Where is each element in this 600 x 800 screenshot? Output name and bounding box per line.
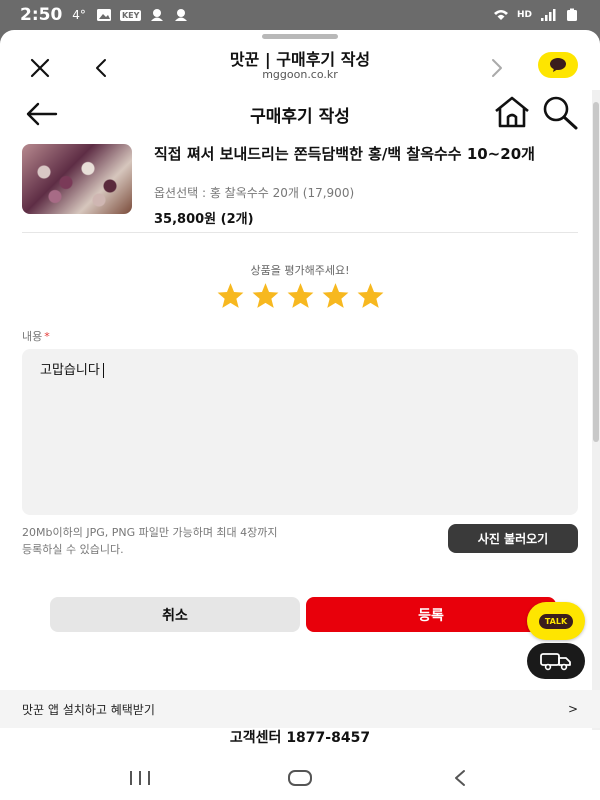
wifi-icon	[493, 10, 508, 20]
star-icon[interactable]	[321, 282, 350, 309]
back-arrow-icon[interactable]	[24, 98, 60, 130]
review-textarea[interactable]: 고맙습니다	[22, 349, 578, 515]
product-summary: 직접 쪄서 보내드리는 쫀득담백한 홍/백 찰옥수수 10~20개 옵션선택 :…	[22, 144, 578, 232]
browser-forward-icon[interactable]	[482, 54, 510, 82]
system-back-button[interactable]	[440, 763, 480, 793]
delivery-truck-icon	[540, 653, 571, 671]
battery-icon	[567, 8, 577, 21]
key-badge-icon: KEY	[119, 9, 142, 21]
upload-note: 20Mb이하의 JPG, PNG 파일만 가능하며 최대 4장까지 등록하실 수…	[22, 524, 422, 558]
star-rating[interactable]	[0, 282, 600, 309]
chevron-right-icon: >	[567, 702, 578, 716]
product-divider	[22, 232, 578, 233]
browser-back-icon[interactable]	[88, 54, 116, 82]
browser-toolbar: 맛꾼 | 구매후기 작성 mggoon.co.kr	[0, 40, 600, 94]
star-icon[interactable]	[286, 282, 315, 309]
star-icon[interactable]	[356, 282, 385, 309]
cancel-button[interactable]: 취소	[50, 597, 300, 632]
status-bar: 2:50 4° KEY HD	[0, 0, 600, 30]
submit-button[interactable]: 등록	[306, 597, 556, 632]
customer-center: 고객센터 1877-8457	[229, 730, 371, 746]
text-caret	[102, 363, 104, 378]
upload-note-line2: 등록하실 수 있습니다.	[22, 543, 124, 556]
system-back-icon	[455, 770, 465, 786]
search-icon[interactable]	[540, 94, 580, 130]
app-install-banner[interactable]: 맛꾼 앱 설치하고 혜택받기 >	[0, 690, 600, 728]
required-mark: *	[44, 330, 50, 343]
star-icon[interactable]	[251, 282, 280, 309]
home-icon[interactable]	[492, 94, 532, 130]
talk-label: TALK	[538, 613, 574, 629]
load-photo-button[interactable]: 사진 불러오기	[448, 524, 578, 553]
kakao-share-button[interactable]	[538, 52, 578, 78]
upload-note-line1: 20Mb이하의 JPG, PNG 파일만 가능하며 최대 4장까지	[22, 526, 278, 539]
app-notification-icon	[151, 9, 164, 21]
sheet-drag-handle[interactable]	[262, 34, 338, 39]
product-option: 옵션선택 : 홍 찰옥수수 20개 (17,900)	[154, 186, 355, 200]
chat-bubble-icon	[550, 58, 566, 72]
page-title: 구매후기 작성	[250, 107, 350, 127]
kakao-talk-button[interactable]: TALK	[527, 602, 585, 640]
browser-sheet: 맛꾼 | 구매후기 작성 mggoon.co.kr 구매후기 작성 직접 쪄서 …	[0, 30, 600, 800]
status-time: 2:50	[20, 5, 63, 25]
content-label-text: 내용	[22, 330, 43, 343]
status-notification-icons: KEY	[96, 8, 189, 22]
content-label: 내용 *	[22, 328, 50, 344]
home-pill-icon	[288, 770, 312, 786]
system-navigation-bar	[0, 756, 600, 800]
recent-apps-button[interactable]	[120, 763, 160, 793]
home-button[interactable]	[280, 763, 320, 793]
close-icon[interactable]	[26, 54, 54, 82]
star-icon[interactable]	[216, 282, 245, 309]
image-icon	[96, 9, 111, 21]
hd-voice-icon: HD	[516, 9, 532, 20]
recent-apps-icon	[130, 771, 150, 785]
app-banner-label: 맛꾼 앱 설치하고 혜택받기	[22, 702, 155, 717]
browser-page-title: 맛꾼 | 구매후기 작성	[229, 50, 371, 69]
app-notification-icon-2	[175, 9, 188, 21]
product-price: 35,800원 (2개)	[154, 212, 254, 227]
rating-prompt: 상품을 평가해주세요!	[250, 264, 350, 277]
status-system-icons: HD	[493, 8, 580, 22]
signal-icon	[541, 9, 556, 21]
browser-url: mggoon.co.kr	[262, 68, 338, 81]
page-header: 구매후기 작성	[0, 94, 592, 134]
product-thumbnail	[22, 144, 132, 214]
product-name: 직접 쪄서 보내드리는 쫀득담백한 홍/백 찰옥수수 10~20개	[154, 145, 535, 163]
status-temperature: 4°	[72, 8, 86, 22]
review-text: 고맙습니다	[40, 363, 100, 378]
delivery-tracking-button[interactable]	[527, 643, 585, 679]
